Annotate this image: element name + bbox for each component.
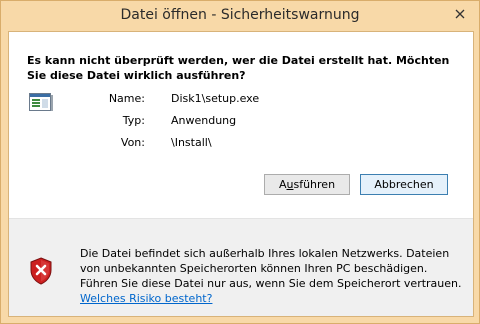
- property-label: Von:: [120, 136, 145, 149]
- property-value-from: \Install\: [171, 136, 212, 149]
- risk-info-link[interactable]: Welches Risiko besteht?: [80, 292, 212, 305]
- warning-message: Die Datei befindet sich außerhalb Ihres …: [80, 246, 465, 306]
- cancel-button-label: Abbrechen: [374, 178, 434, 191]
- dialog-body: Es kann nicht überprüft werden, wer die …: [8, 31, 474, 317]
- property-value-name: Disk1\setup.exe: [171, 92, 260, 105]
- warning-heading: Es kann nicht überprüft werden, wer die …: [27, 54, 450, 82]
- dialog-window: Datei öffnen - Sicherheitswarnung Es kan…: [0, 0, 480, 324]
- window-title: Datei öffnen - Sicherheitswarnung: [120, 7, 360, 23]
- run-button-label: Ausführen: [278, 178, 336, 191]
- warning-footer: Die Datei befindet sich außerhalb Ihres …: [9, 219, 473, 316]
- property-label: Typ:: [122, 114, 145, 127]
- run-button[interactable]: Ausführen: [264, 174, 350, 195]
- application-window-icon: [29, 93, 53, 111]
- close-icon: [455, 9, 465, 19]
- title-bar[interactable]: Datei öffnen - Sicherheitswarnung: [1, 1, 479, 31]
- cancel-button[interactable]: Abbrechen: [360, 174, 448, 195]
- security-shield-icon: [30, 257, 52, 285]
- close-button[interactable]: [449, 5, 471, 23]
- property-value-type: Anwendung: [171, 114, 237, 127]
- property-label: Name:: [108, 92, 145, 105]
- warning-text: Die Datei befindet sich außerhalb Ihres …: [80, 247, 462, 290]
